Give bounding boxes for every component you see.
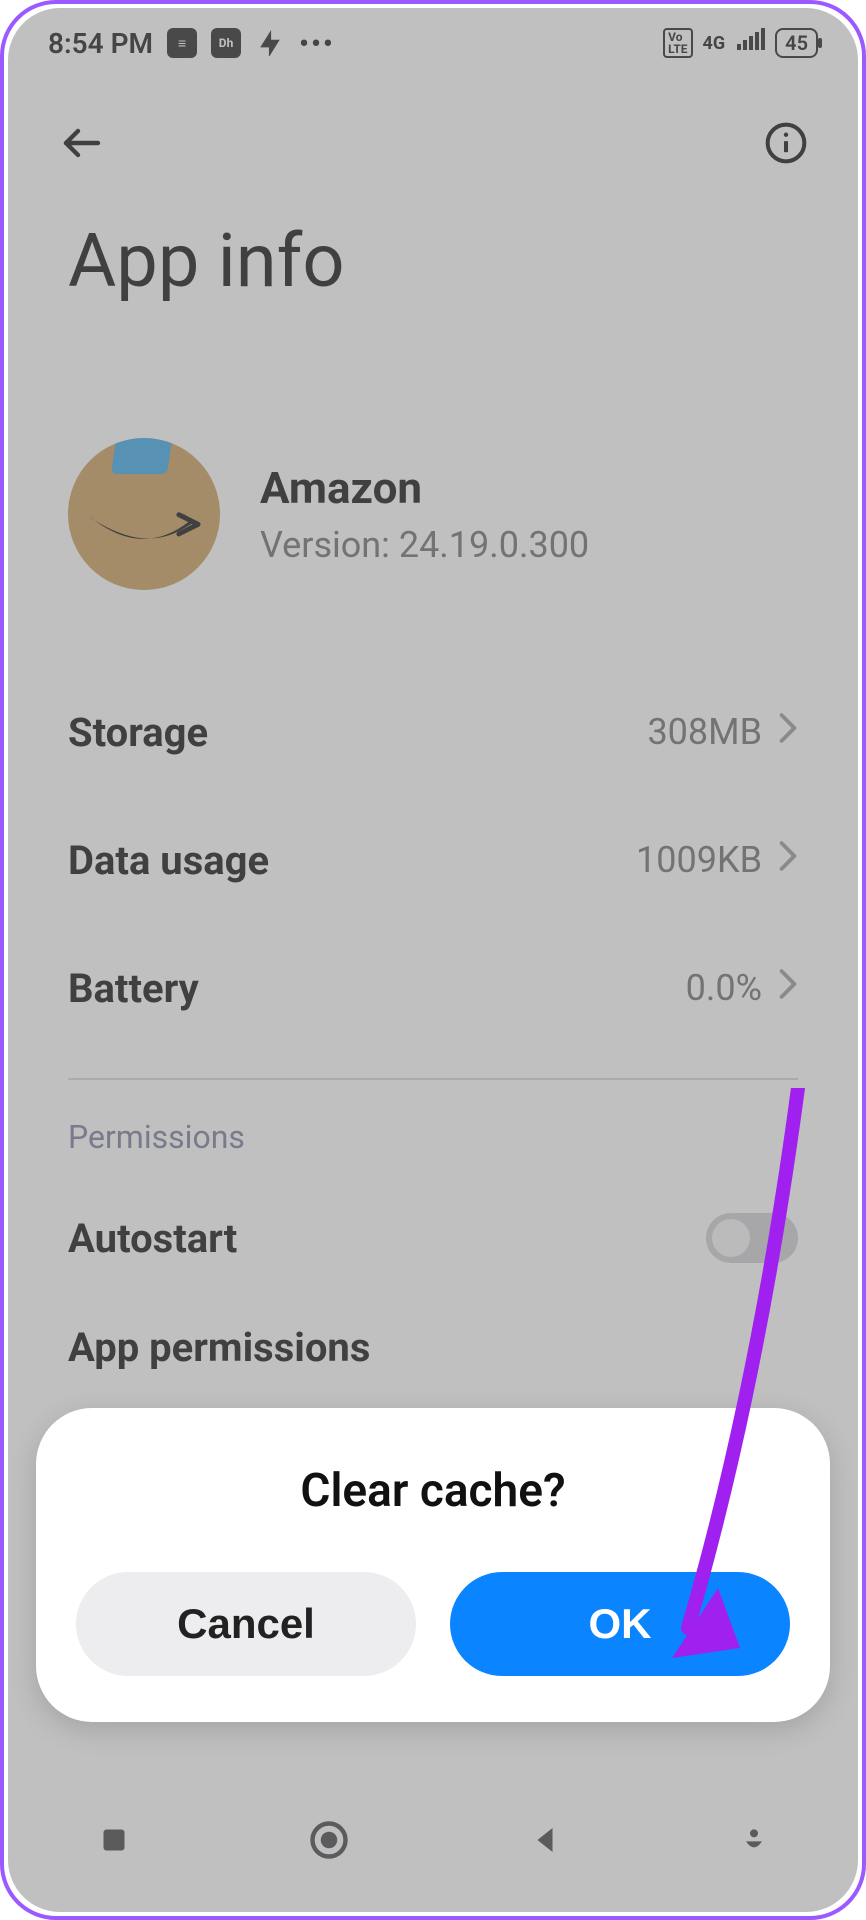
more-notif-icon: ••• bbox=[299, 27, 335, 60]
notif-icon-3 bbox=[255, 28, 285, 58]
app-permissions-row[interactable]: App permissions bbox=[68, 1302, 798, 1392]
notif-icon-2: Dh bbox=[211, 28, 241, 58]
info-icon[interactable] bbox=[764, 121, 808, 165]
volte-icon: VoLTE bbox=[663, 28, 692, 58]
nav-recent-icon[interactable] bbox=[96, 1822, 132, 1862]
autostart-row[interactable]: Autostart bbox=[68, 1174, 798, 1302]
storage-value: 308MB bbox=[647, 711, 762, 753]
app-name-label: Amazon bbox=[260, 462, 589, 514]
status-left: 8:54 PM ≡ Dh ••• bbox=[48, 27, 335, 60]
system-nav-bar bbox=[8, 1792, 858, 1892]
chevron-right-icon bbox=[778, 967, 798, 1009]
data-usage-label: Data usage bbox=[68, 837, 269, 884]
dialog-title: Clear cache? bbox=[76, 1464, 790, 1518]
notif-icon-1: ≡ bbox=[167, 28, 197, 58]
app-icon bbox=[68, 438, 220, 590]
battery-value: 0.0% bbox=[686, 967, 762, 1009]
status-right: VoLTE 4G 45 bbox=[663, 28, 818, 58]
autostart-label: Autostart bbox=[68, 1215, 237, 1262]
chevron-right-icon bbox=[778, 711, 798, 753]
ok-button[interactable]: OK bbox=[450, 1572, 790, 1676]
permissions-heading: Permissions bbox=[68, 1118, 798, 1156]
battery-indicator: 45 bbox=[775, 28, 818, 58]
page-title: App info bbox=[68, 218, 345, 305]
storage-label: Storage bbox=[68, 709, 208, 756]
nav-home-icon[interactable] bbox=[307, 1818, 351, 1866]
nav-back-icon[interactable] bbox=[527, 1822, 563, 1862]
clear-cache-dialog: Clear cache? Cancel OK bbox=[36, 1408, 830, 1722]
app-header: Amazon Version: 24.19.0.300 bbox=[68, 438, 798, 590]
cancel-button[interactable]: Cancel bbox=[76, 1572, 416, 1676]
battery-row[interactable]: Battery 0.0% bbox=[68, 924, 798, 1052]
app-version-label: Version: 24.19.0.300 bbox=[260, 524, 589, 566]
app-bar bbox=[8, 103, 858, 183]
network-label: 4G bbox=[703, 33, 726, 54]
status-bar: 8:54 PM ≡ Dh ••• VoLTE 4G 45 bbox=[8, 8, 858, 78]
status-time: 8:54 PM bbox=[48, 27, 153, 60]
data-usage-row[interactable]: Data usage 1009KB bbox=[68, 796, 798, 924]
app-permissions-label: App permissions bbox=[68, 1324, 370, 1371]
storage-row[interactable]: Storage 308MB bbox=[68, 668, 798, 796]
signal-icon bbox=[735, 28, 765, 58]
nav-extra-icon[interactable] bbox=[738, 1824, 770, 1860]
autostart-toggle[interactable] bbox=[706, 1213, 798, 1263]
data-usage-value: 1009KB bbox=[636, 839, 762, 881]
back-arrow-icon[interactable] bbox=[58, 119, 106, 167]
battery-label: Battery bbox=[68, 965, 199, 1012]
divider bbox=[68, 1078, 798, 1080]
chevron-right-icon bbox=[778, 839, 798, 881]
